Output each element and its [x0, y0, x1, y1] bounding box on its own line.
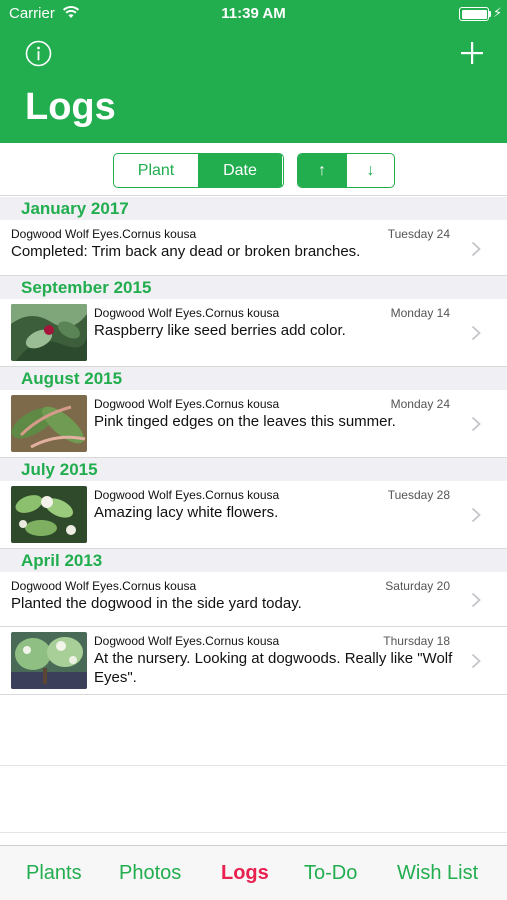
sort-descending-button[interactable]: ↓	[346, 154, 394, 187]
plant-name: Dogwood Wolf Eyes.Cornus kousa	[94, 306, 280, 320]
plant-photo	[11, 486, 87, 543]
status-bar: Carrier 11:39 AM ⚡	[0, 0, 507, 28]
segment-plant[interactable]: Plant	[114, 154, 198, 187]
log-row[interactable]: Dogwood Wolf Eyes.Cornus kousa Tuesday 2…	[0, 220, 507, 276]
plus-icon[interactable]	[458, 39, 486, 67]
chevron-right-icon	[471, 507, 481, 523]
section-header: July 2015	[0, 458, 507, 481]
segment-date[interactable]: Date	[198, 154, 282, 187]
tab-bar: Plants Photos Logs To-Do Wish List	[0, 845, 507, 900]
log-note: At the nursery. Looking at dogwoods. Rea…	[94, 650, 453, 686]
page-title: Logs	[25, 86, 116, 128]
charging-icon: ⚡	[493, 5, 503, 20]
log-date: Thursday 18	[383, 634, 450, 648]
info-circle-icon[interactable]	[25, 40, 52, 67]
log-row[interactable]: Dogwood Wolf Eyes.Cornus kousa Tuesday 2…	[0, 481, 507, 549]
divider	[0, 765, 507, 766]
log-date: Tuesday 24	[387, 227, 450, 241]
nav-header: Carrier 11:39 AM ⚡ Logs	[0, 0, 507, 143]
log-date: Saturday 20	[385, 579, 450, 593]
plant-name: Dogwood Wolf Eyes.Cornus kousa	[11, 579, 197, 593]
plant-name: Dogwood Wolf Eyes.Cornus kousa	[94, 488, 280, 502]
sort-segmented-control: ↑ ↓	[297, 153, 395, 188]
log-row[interactable]: Dogwood Wolf Eyes.Cornus kousa Thursday …	[0, 627, 507, 695]
sort-ascending-button[interactable]: ↑	[298, 154, 346, 187]
section-header: September 2015	[0, 276, 507, 299]
section-header: January 2017	[0, 197, 507, 220]
log-note: Amazing lacy white flowers.	[94, 504, 279, 521]
log-note: Completed: Trim back any dead or broken …	[11, 243, 361, 260]
log-date: Tuesday 28	[387, 488, 450, 502]
chevron-right-icon	[471, 592, 481, 608]
plant-photo	[11, 395, 87, 452]
plant-name: Dogwood Wolf Eyes.Cornus kousa	[94, 397, 280, 411]
tab-photos[interactable]: Photos	[119, 862, 181, 885]
plant-photo	[11, 304, 87, 361]
plant-name: Dogwood Wolf Eyes.Cornus kousa	[11, 227, 197, 241]
log-row[interactable]: Dogwood Wolf Eyes.Cornus kousa Monday 24…	[0, 390, 507, 458]
plant-photo	[11, 632, 87, 689]
log-row[interactable]: Dogwood Wolf Eyes.Cornus kousa Monday 14…	[0, 299, 507, 367]
tab-plants[interactable]: Plants	[26, 862, 82, 885]
log-date: Monday 24	[390, 397, 450, 411]
tab-logs[interactable]: Logs	[221, 862, 269, 885]
toolbar: Plant Date ↑ ↓	[0, 143, 507, 196]
log-row[interactable]: Dogwood Wolf Eyes.Cornus kousa Saturday …	[0, 572, 507, 627]
tab-to-do[interactable]: To-Do	[304, 862, 357, 885]
chevron-right-icon	[471, 416, 481, 432]
log-list: January 2017 Dogwood Wolf Eyes.Cornus ko…	[0, 197, 507, 695]
status-time: 11:39 AM	[221, 5, 286, 22]
log-note: Raspberry like seed berries add color.	[94, 322, 346, 339]
plant-name: Dogwood Wolf Eyes.Cornus kousa	[94, 634, 280, 648]
log-note: Pink tinged edges on the leaves this sum…	[94, 413, 396, 430]
chevron-right-icon	[471, 241, 481, 257]
chevron-right-icon	[471, 653, 481, 669]
section-header: April 2013	[0, 549, 507, 572]
tab-wish-list[interactable]: Wish List	[397, 862, 478, 885]
divider	[0, 832, 507, 833]
log-date: Monday 14	[390, 306, 450, 320]
section-header: August 2015	[0, 367, 507, 390]
view-segmented-control: Plant Date	[113, 153, 284, 188]
log-note: Planted the dogwood in the side yard tod…	[11, 595, 302, 612]
battery-tip	[489, 11, 491, 17]
chevron-right-icon	[471, 325, 481, 341]
battery-icon	[459, 7, 489, 21]
